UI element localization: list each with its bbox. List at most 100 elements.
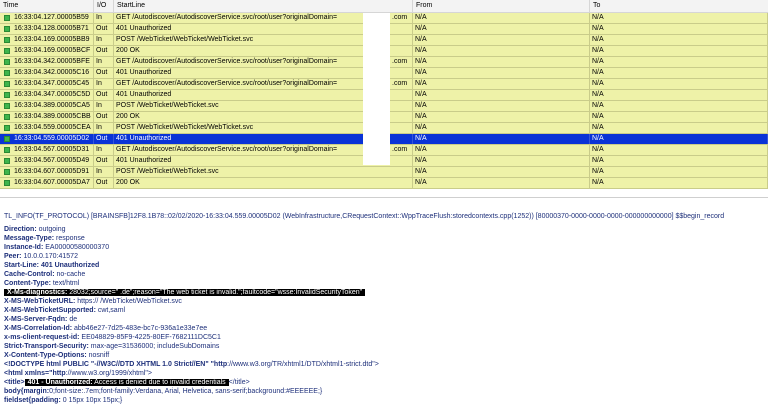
cell-io: In <box>94 13 114 23</box>
detail-line: <title> 401 - Unauthorized: Access is den… <box>4 378 250 387</box>
cell-time-text: 16:33:04.567.00005D31 <box>14 146 90 153</box>
cell-time: 16:33:04.347.00005C45 <box>12 79 94 89</box>
cell-io-text: Out <box>96 25 108 32</box>
cell-to: N/A <box>590 90 768 100</box>
cell-time-text: 16:33:04.169.00005BCF <box>14 47 91 54</box>
cell-to-text: N/A <box>592 124 604 131</box>
header-value: 0;font-size:.7em;font-family:Verdana, Ar… <box>49 388 323 395</box>
detail-line: Direction: outgoing <box>4 225 65 234</box>
header-key: X-MS-WebTicketSupported: <box>4 307 96 314</box>
column-header-io[interactable]: I/O <box>94 0 114 12</box>
detail-line: Cache-Control: no-cache <box>4 270 85 279</box>
grid-header: Time I/O StartLine From To <box>0 0 768 13</box>
detail-line: X-MS-WebTicketSupported: cwt,saml <box>4 306 125 315</box>
cell-io-text: In <box>96 14 102 21</box>
cell-from-text: N/A <box>415 47 427 54</box>
header-key: <html xmlns="http <box>4 370 66 377</box>
header-value: 0 15px 10px 15px;} <box>60 397 123 404</box>
cell-to-text: N/A <box>592 146 604 153</box>
cell-io: Out <box>94 46 114 56</box>
redaction-block <box>363 13 390 165</box>
header-value: outgoing <box>36 226 66 233</box>
detail-line: X-Ms-diagnostics: 28032;source=" .de";re… <box>4 288 366 297</box>
cell-from: N/A <box>413 90 590 100</box>
title-status: 401 - Unauthorized: <box>27 379 93 386</box>
header-key: X-MS-Correlation-Id: <box>4 325 73 332</box>
cell-time: 16:33:04.128.00005B71 <box>12 24 94 34</box>
cell-from: N/A <box>413 156 590 166</box>
cell-io: In <box>94 57 114 67</box>
cell-from-text: N/A <box>415 168 427 175</box>
column-header-time[interactable]: Time <box>0 0 94 12</box>
message-status-icon <box>4 81 10 87</box>
cell-from: N/A <box>413 24 590 34</box>
cell-io: Out <box>94 134 114 144</box>
cell-to: N/A <box>590 24 768 34</box>
cell-from: N/A <box>413 13 590 23</box>
header-key: <!DOCTYPE html PUBLIC "-//W3C//DTD XHTML… <box>4 361 228 368</box>
detail-line: x-ms-client-request-id: EE048829-85F9-42… <box>4 333 221 342</box>
detail-pane: TL_INFO(TF_PROTOCOL) [BRAINSFB]12F8.1B78… <box>0 209 768 415</box>
cell-from: N/A <box>413 46 590 56</box>
cell-io: Out <box>94 178 114 188</box>
cell-startline-text: GET /Autodiscover/AutodiscoverService.sv… <box>116 14 338 21</box>
header-value: 10.0.0.170:41572 <box>21 253 78 260</box>
cell-from: N/A <box>413 101 590 111</box>
cell-to-text: N/A <box>592 47 604 54</box>
cell-to: N/A <box>590 112 768 122</box>
header-value: 28032;source=" .de";reason="The web tick… <box>67 289 363 296</box>
cell-from: N/A <box>413 57 590 67</box>
cell-time-text: 16:33:04.342.00005C16 <box>14 69 90 76</box>
header-value: max-age=31536000; includeSubDomains <box>88 343 220 350</box>
table-row[interactable]: 16:33:04.607.00005DA7 Out 200 OK N/A N/A <box>0 178 768 189</box>
cell-to: N/A <box>590 79 768 89</box>
cell-time-text: 16:33:04.347.00005C5D <box>14 91 91 98</box>
cell-startline-text: 401 Unauthorized <box>116 69 172 76</box>
detail-line: X-MS-Server-Fqdn: de <box>4 315 77 324</box>
detail-line: Message-Type: response <box>4 234 85 243</box>
cell-io: In <box>94 79 114 89</box>
cell-from-text: N/A <box>415 69 427 76</box>
cell-time-text: 16:33:04.127.00005B59 <box>14 14 89 21</box>
cell-to: N/A <box>590 145 768 155</box>
column-header-from[interactable]: From <box>413 0 590 12</box>
message-status-icon <box>4 125 10 131</box>
cell-time: 16:33:04.607.00005D91 <box>12 167 94 177</box>
cell-to-text: N/A <box>592 91 604 98</box>
header-value: EE048829-85F9-4225-80EF-7682111DC5C1 <box>79 334 221 341</box>
cell-io-text: In <box>96 146 102 153</box>
message-status-icon <box>4 158 10 164</box>
column-header-startline[interactable]: StartLine <box>114 0 413 12</box>
message-status-icon <box>4 70 10 76</box>
cell-io: Out <box>94 112 114 122</box>
cell-startline-text: 401 Unauthorized <box>116 135 172 142</box>
cell-startline-text: 401 Unauthorized <box>116 157 172 164</box>
cell-time: 16:33:04.389.00005CA5 <box>12 101 94 111</box>
detail-line: Start-Line: 401 Unauthorized <box>4 261 99 270</box>
message-status-icon <box>4 114 10 120</box>
header-key: fieldset{padding: <box>4 397 61 404</box>
cell-to-text: N/A <box>592 25 604 32</box>
cell-from-text: N/A <box>415 146 427 153</box>
cell-startline-text: GET /Autodiscover/AutodiscoverService.sv… <box>116 58 338 65</box>
cell-from: N/A <box>413 112 590 122</box>
cell-from: N/A <box>413 178 590 188</box>
cell-to-text: N/A <box>592 135 604 142</box>
cell-to-text: N/A <box>592 168 604 175</box>
cell-io-text: Out <box>96 157 108 164</box>
cell-to-text: N/A <box>592 36 604 43</box>
cell-from-text: N/A <box>415 124 427 131</box>
cell-startline-text: 200 OK <box>116 179 140 186</box>
cell-startline-text: 401 Unauthorized <box>116 25 172 32</box>
detail-line: X-MS-Correlation-Id: abb46e27-7d25-483e-… <box>4 324 207 333</box>
column-header-to[interactable]: To <box>590 0 768 12</box>
header-value: ://www.w3.org/1999/xhtml"> <box>65 370 152 377</box>
cell-startline-tail: .com <box>392 14 408 21</box>
trace-line: TL_INFO(TF_PROTOCOL) [BRAINSFB]12F8.1B78… <box>4 213 725 220</box>
cell-from-text: N/A <box>415 157 427 164</box>
cell-to: N/A <box>590 68 768 78</box>
cell-time: 16:33:04.567.00005D49 <box>12 156 94 166</box>
cell-io-text: Out <box>96 113 108 120</box>
table-row[interactable]: 16:33:04.607.00005D91 In POST /WebTicket/W… <box>0 167 768 178</box>
cell-time-text: 16:33:04.607.00005D91 <box>14 168 90 175</box>
